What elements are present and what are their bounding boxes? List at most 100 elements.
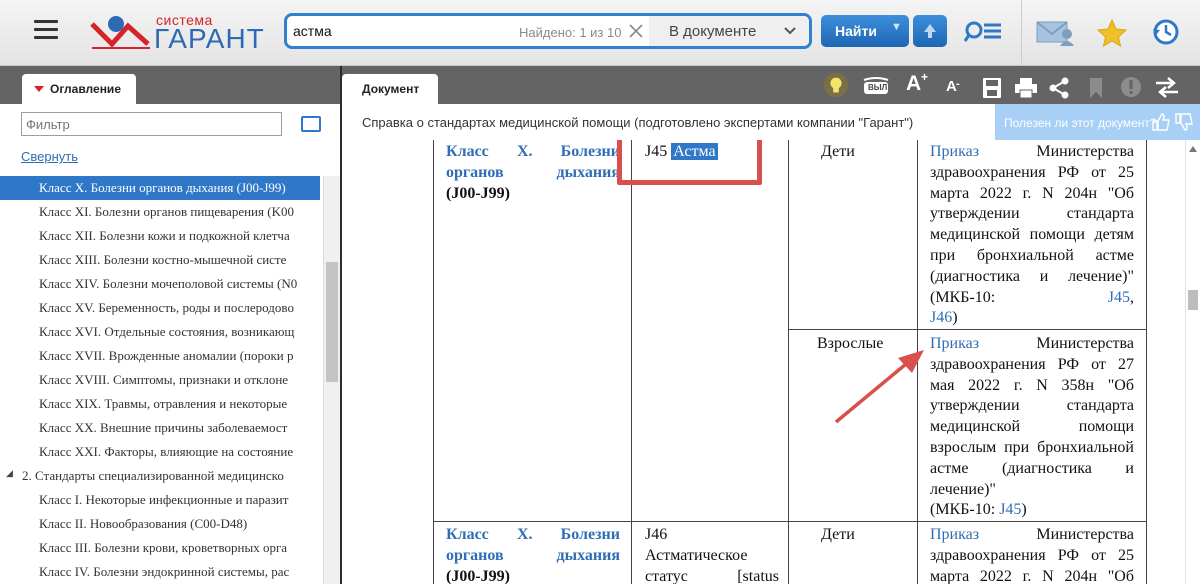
mail-user-icon[interactable] <box>1036 19 1076 47</box>
order-link[interactable]: Приказ <box>930 143 979 160</box>
share-icon[interactable] <box>1048 75 1070 101</box>
lightbulb-icon[interactable] <box>822 72 850 98</box>
arrow-up-icon <box>924 24 936 38</box>
logo-big-text: ГАРАНТ <box>154 23 265 54</box>
font-decrease-button[interactable]: A- <box>946 78 966 98</box>
clear-search-icon[interactable] <box>627 20 645 42</box>
icd-code-link[interactable]: J45 <box>999 501 1021 518</box>
table-cell-code: J46 Астматическое статус [status <box>645 525 779 584</box>
filter-toggle-icon[interactable] <box>301 116 321 132</box>
table-cell-order-children: Приказ Министерства здравоохранения РФ о… <box>930 143 1134 327</box>
search-input[interactable] <box>287 16 527 46</box>
history-clock-icon[interactable] <box>1151 17 1181 47</box>
document-subtitle: Справка о стандартах медицинской помощи … <box>362 115 914 130</box>
find-button-label: Найти <box>835 23 877 39</box>
helpful-thumbs <box>1151 113 1194 134</box>
close-paren: ) <box>952 309 958 327</box>
thumbs-down-icon[interactable] <box>1174 113 1194 131</box>
search-box: Найдено: 1 из 10 В документе <box>284 13 812 49</box>
tab-toc[interactable]: Оглавление <box>22 74 136 104</box>
table-cell-age: Дети <box>821 143 855 160</box>
font-increase-button[interactable]: A + <box>906 70 934 98</box>
toc-section-row[interactable]: ◢ 2. Стандарты специализированной медици… <box>0 464 320 488</box>
close-paren: ) <box>1021 501 1027 519</box>
order-link[interactable]: Приказ <box>930 335 979 352</box>
toc-list: Класс X. Болезни органов дыхания (J00-J9… <box>0 176 320 584</box>
toolbar-separator <box>1021 0 1022 66</box>
class-name: Класс X. Болезни органов дыхания <box>446 526 620 564</box>
toc-item[interactable]: Класс II. Новообразования (C00-D48) <box>0 512 320 536</box>
document-tabstrip: Документ ВЫЛ A + A- <box>342 66 1200 104</box>
toc-scrollbar-thumb[interactable] <box>326 262 338 382</box>
document-body: Класс X. Болезни органов дыхания (J00-J9… <box>342 140 1185 584</box>
find-button[interactable]: Найти ▼ <box>821 15 909 47</box>
toc-item[interactable]: Класс XX. Внешние причины заболеваемост <box>0 416 320 440</box>
collapse-link[interactable]: Свернуть <box>21 149 78 164</box>
class-codes: (J00-J99) <box>446 184 510 202</box>
hamburger-menu-icon[interactable] <box>34 20 58 40</box>
document-scrollbar-thumb[interactable] <box>1188 290 1198 310</box>
table-border <box>433 140 434 584</box>
font-increase-label: A <box>906 72 922 95</box>
search-results-list-icon[interactable] <box>964 19 1004 45</box>
top-toolbar: система ГАРАНТ Найдено: 1 из 10 В докуме… <box>0 0 1200 66</box>
toc-item[interactable]: Класс XII. Болезни кожи и подкожной клет… <box>0 224 320 248</box>
garant-logo[interactable]: система ГАРАНТ <box>90 12 264 54</box>
visually-impaired-mode-button[interactable]: ВЫЛ <box>862 76 890 96</box>
table-cell-age: Дети <box>821 526 855 543</box>
search-scope-dropdown[interactable]: В документе <box>649 16 809 46</box>
document-subtitle-bar: Справка о стандартах медицинской помощи … <box>342 104 1200 140</box>
table-border <box>631 140 632 584</box>
toc-item[interactable]: Класс XV. Беременность, роды и послеродо… <box>0 296 320 320</box>
table-cell-class: Класс X. Болезни органов дыхания (J00-J9… <box>446 525 620 584</box>
toc-filter-input[interactable] <box>21 112 282 136</box>
helpful-question: Полезен ли этот документ? <box>1004 116 1157 130</box>
thumbs-up-icon[interactable] <box>1151 113 1171 131</box>
toc-item[interactable]: Класс XIII. Болезни костно-мышечной сист… <box>0 248 320 272</box>
toc-section[interactable]: 2. Стандарты специализированной медицинс… <box>0 464 320 488</box>
swap-arrows-icon[interactable] <box>1154 74 1180 100</box>
table-cell-order-adults: Приказ Министерства здравоохранения РФ о… <box>930 334 1134 521</box>
icd-code-link[interactable]: J45 <box>1108 289 1130 306</box>
class-codes: (J00-J99) <box>446 567 510 584</box>
app-window: система ГАРАНТ Найдено: 1 из 10 В докуме… <box>0 0 1200 584</box>
document-scrollbar[interactable] <box>1185 140 1200 584</box>
tab-document[interactable]: Документ <box>342 74 438 104</box>
info-warning-icon[interactable] <box>1120 74 1142 100</box>
scroll-up-arrow-icon[interactable] <box>1189 146 1197 152</box>
search-scope-label: В документе <box>669 23 757 40</box>
favorites-star-icon[interactable] <box>1097 19 1127 47</box>
helpful-feedback-bar: Полезен ли этот документ? <box>995 104 1200 140</box>
toc-item[interactable]: Класс X. Болезни органов дыхания (J00-J9… <box>0 176 320 200</box>
toc-item[interactable]: Класс III. Болезни крови, кроветворных о… <box>0 536 320 560</box>
toc-tabstrip: Оглавление <box>0 66 340 104</box>
toc-item[interactable]: Класс XVIII. Симптомы, признаки и отклон… <box>0 368 320 392</box>
toc-item[interactable]: Класс XIV. Болезни мочеполовой системы (… <box>0 272 320 296</box>
minus-icon: - <box>956 78 960 90</box>
toc-item[interactable]: Класс XVI. Отдельные состояния, возникаю… <box>0 320 320 344</box>
print-icon[interactable] <box>1014 75 1038 101</box>
toc-item[interactable]: Класс XXI. Факторы, влияющие на состояни… <box>0 440 320 464</box>
save-icon[interactable] <box>982 75 1002 101</box>
icd-code-link[interactable]: J46 <box>930 309 952 326</box>
triangle-down-icon <box>34 86 44 92</box>
toc-item[interactable]: Класс XVII. Врожденные аномалии (пороки … <box>0 344 320 368</box>
toc-scrollbar[interactable] <box>323 176 340 584</box>
order-text: Министерства здравоохранения РФ от 27 ма… <box>930 335 1134 498</box>
class-name: Класс X. Болезни органов дыхания <box>446 143 620 181</box>
toc-item[interactable]: Класс XI. Болезни органов пищеварения (K… <box>0 200 320 224</box>
toc-panel: Оглавление Свернуть Класс X. Болезни орг… <box>0 66 340 584</box>
table-cell-order: Приказ Министерства здравоохранения РФ о… <box>930 525 1134 584</box>
bookmark-icon[interactable] <box>1088 75 1104 101</box>
toc-item[interactable]: Класс XIX. Травмы, отравления и некоторы… <box>0 392 320 416</box>
order-link[interactable]: Приказ <box>930 526 979 543</box>
arrow-down-icon: ▼ <box>891 21 902 33</box>
toc-item[interactable]: Класс IV. Болезни эндокринной системы, р… <box>0 560 320 584</box>
icd-prefix: (МКБ-10: <box>930 501 996 519</box>
garant-logo-mark-icon <box>90 16 150 49</box>
code-label: J46 <box>645 526 668 543</box>
table-border <box>917 140 918 584</box>
plus-icon: + <box>921 70 929 84</box>
find-previous-button[interactable] <box>913 15 947 47</box>
toc-item[interactable]: Класс I. Некоторые инфекционные и парази… <box>0 488 320 512</box>
